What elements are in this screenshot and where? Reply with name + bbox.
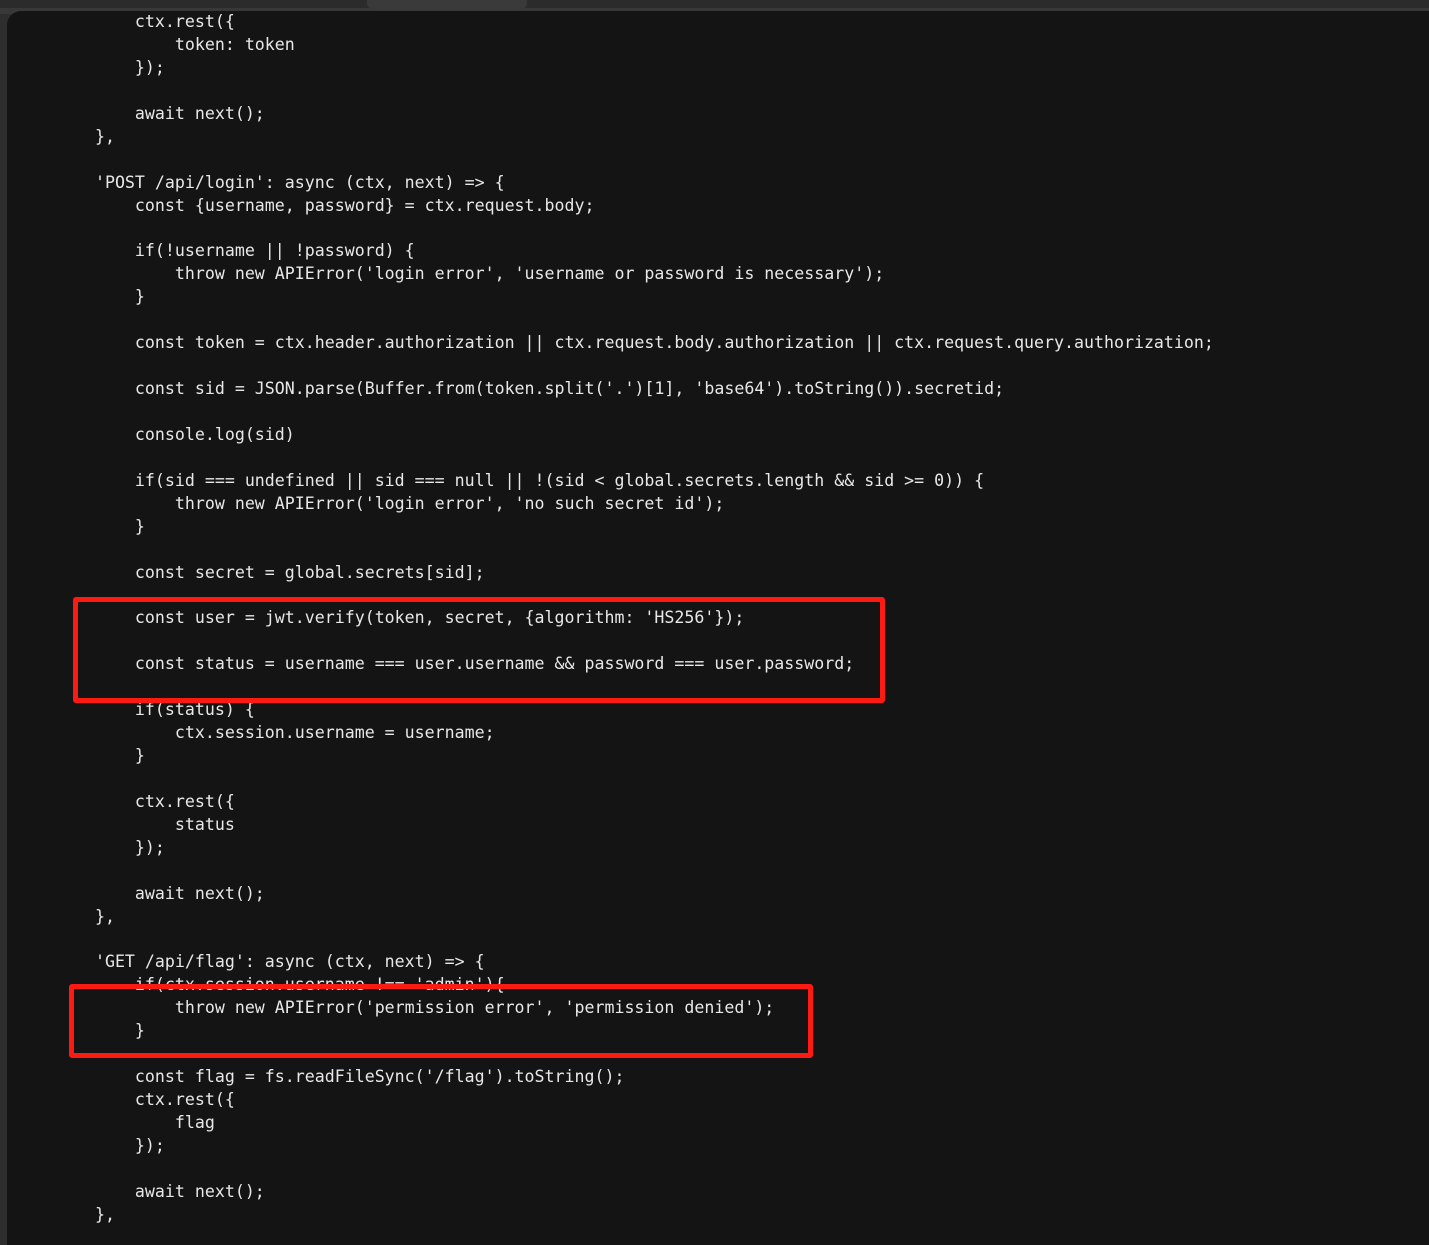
code-line: if(ctx.session.username !== 'admin'){ <box>55 975 505 995</box>
code-line: ctx.rest({ <box>55 791 235 811</box>
code-line: throw new APIError('permission error', '… <box>55 998 775 1018</box>
code-line: } <box>55 287 145 307</box>
code-line: }, <box>55 906 115 926</box>
code-line: await next(); <box>55 1181 265 1201</box>
code-line: if(sid === undefined || sid === null || … <box>55 470 985 490</box>
code-line: const flag = fs.readFileSync('/flag').to… <box>55 1067 625 1087</box>
code-line: } <box>55 516 145 536</box>
code-line: if(status) { <box>55 700 255 720</box>
code-line: await next(); <box>55 883 265 903</box>
code-line: const status = username === user.usernam… <box>55 654 855 674</box>
code-line: const user = jwt.verify(token, secret, {… <box>55 608 745 628</box>
code-line: }, <box>55 1204 115 1224</box>
code-line: throw new APIError('login error', 'usern… <box>55 264 885 284</box>
code-line: 'GET /api/flag': async (ctx, next) => { <box>55 952 485 972</box>
window-top-band <box>0 0 1429 8</box>
code-line: token: token <box>55 34 295 54</box>
code-line: ctx.session.username = username; <box>55 723 495 743</box>
code-line: if(!username || !password) { <box>55 241 415 261</box>
code-line: status <box>55 814 235 834</box>
code-line: const sid = JSON.parse(Buffer.from(token… <box>55 379 1005 398</box>
code-line: await next(); <box>55 103 265 123</box>
code-line: flag <box>55 1113 215 1132</box>
code-line: }); <box>55 837 165 857</box>
code-line: ctx.rest({ <box>55 1090 235 1110</box>
code-line: } <box>55 746 145 765</box>
code-block-panel[interactable]: ctx.rest({ token: token }); await next()… <box>7 11 1429 1245</box>
window-top-notch <box>367 0 527 9</box>
code-line: console.log(sid) <box>55 424 295 444</box>
code-line: }); <box>55 57 165 77</box>
code-line: } <box>55 1021 145 1041</box>
code-line: const token = ctx.header.authorization |… <box>55 333 1214 353</box>
code-line: }, <box>55 126 115 146</box>
code-line: throw new APIError('login error', 'no su… <box>55 493 725 513</box>
code-line: 'POST /api/login': async (ctx, next) => … <box>55 172 505 192</box>
code-line: const secret = global.secrets[sid]; <box>55 562 485 582</box>
source-code[interactable]: ctx.rest({ token: token }); await next()… <box>7 11 1214 1227</box>
code-line: ctx.rest({ <box>55 12 235 31</box>
code-line: }); <box>55 1135 165 1155</box>
code-line: const {username, password} = ctx.request… <box>55 195 595 215</box>
